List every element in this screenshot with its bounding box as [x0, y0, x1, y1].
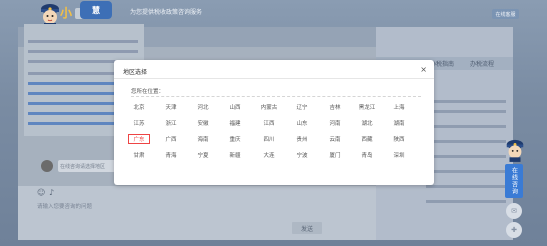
divider — [114, 78, 434, 79]
region-option[interactable]: 宁波 — [291, 150, 313, 160]
region-option[interactable]: 辽宁 — [291, 102, 313, 112]
user-avatar — [41, 160, 53, 172]
region-option[interactable]: 贵州 — [291, 134, 313, 144]
divider — [131, 96, 421, 97]
online-consult-button[interactable]: 在线咨询 — [505, 164, 523, 198]
close-icon[interactable]: × — [420, 65, 427, 74]
right-panel-line — [426, 185, 506, 188]
region-option[interactable]: 北京 — [128, 102, 150, 112]
user-message-text: 在线咨询请选择地区 — [60, 164, 106, 170]
chat-title: 为您提供税收政策咨询服务 — [130, 9, 203, 16]
region-option[interactable]: 浙江 — [160, 118, 182, 128]
region-option[interactable]: 青岛 — [356, 150, 378, 160]
region-option[interactable]: 四川 — [258, 134, 280, 144]
region-option[interactable]: 青海 — [160, 150, 182, 160]
chat-bubble-icon[interactable]: ✉ — [506, 203, 522, 219]
region-option[interactable]: 陕西 — [388, 134, 410, 144]
region-option[interactable]: 黑龙江 — [356, 102, 378, 112]
location-label: 您所在位置： — [131, 89, 165, 95]
region-option[interactable]: 山西 — [224, 102, 246, 112]
region-option[interactable]: 湖南 — [388, 118, 410, 128]
region-option[interactable]: 海南 — [192, 134, 214, 144]
region-option[interactable]: 宁夏 — [192, 150, 214, 160]
microphone-icon[interactable]: ♪ — [49, 188, 54, 197]
send-button[interactable]: 发送 — [292, 222, 322, 234]
right-panel-line — [426, 110, 506, 113]
region-option[interactable]: 天津 — [160, 102, 182, 112]
region-option[interactable]: 安徽 — [192, 118, 214, 128]
dialog-title: 地区选择 — [123, 69, 148, 76]
region-option[interactable]: 甘肃 — [128, 150, 150, 160]
region-option[interactable]: 广西 — [160, 134, 182, 144]
logo-text: 小 — [60, 6, 73, 20]
police-mascot-icon — [504, 137, 526, 163]
region-option[interactable]: 内蒙古 — [258, 102, 280, 112]
region-option[interactable]: 厦门 — [324, 150, 346, 160]
user-add-icon[interactable]: ✚ — [506, 222, 522, 238]
region-option[interactable]: 江苏 — [128, 118, 150, 128]
region-option[interactable]: 新疆 — [224, 150, 246, 160]
region-option[interactable]: 上海 — [388, 102, 410, 112]
right-panel-line — [426, 170, 506, 173]
tab-process[interactable]: 办税流程 — [470, 59, 494, 68]
message-line — [28, 50, 138, 53]
region-option[interactable]: 湖北 — [356, 118, 378, 128]
region-option[interactable]: 江西 — [258, 118, 280, 128]
region-option[interactable]: 大连 — [258, 150, 280, 160]
question-input[interactable]: 请输入您要咨询的问题 — [37, 202, 92, 210]
region-option[interactable]: 西藏 — [356, 134, 378, 144]
region-option[interactable]: 广东 — [128, 134, 150, 144]
region-option[interactable]: 云南 — [324, 134, 346, 144]
region-option[interactable]: 深圳 — [388, 150, 410, 160]
region-option[interactable]: 重庆 — [224, 134, 246, 144]
right-panel-line — [426, 200, 506, 203]
message-line — [28, 40, 138, 43]
region-option[interactable]: 河北 — [192, 102, 214, 112]
right-panel-line — [426, 125, 506, 128]
region-option[interactable]: 河南 — [324, 118, 346, 128]
right-panel-line — [426, 140, 506, 143]
region-select-dialog: 地区选择 × 您所在位置： 北京 天津 河北 山西 内蒙古 辽宁 吉林 黑龙江 上海江苏 浙江 安徽… — [114, 60, 434, 185]
region-option[interactable]: 福建 — [224, 118, 246, 128]
region-option[interactable]: 吉林 — [324, 102, 346, 112]
emoji-icon[interactable]: ☺ — [37, 188, 45, 197]
top-right-button[interactable]: 在线客服 — [492, 9, 519, 19]
region-option[interactable]: 山东 — [291, 118, 313, 128]
right-panel-line — [426, 155, 506, 158]
logo-badge: 慧 — [80, 1, 112, 19]
right-panel-line — [426, 100, 506, 103]
